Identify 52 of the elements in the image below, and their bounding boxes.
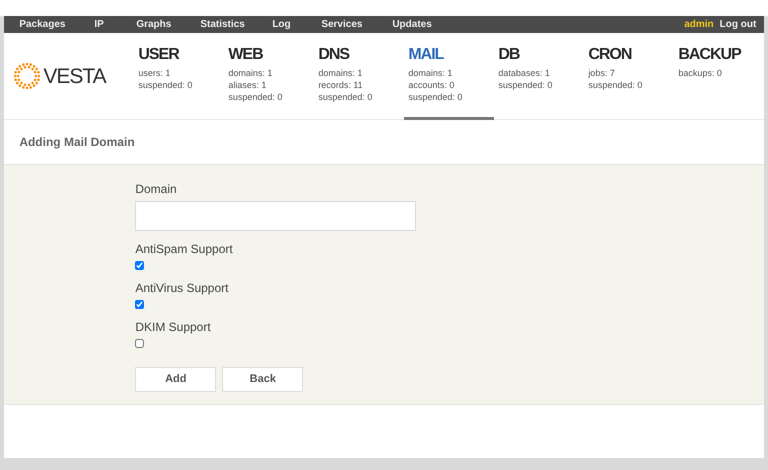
page-title: Adding Mail Domain: [19, 134, 135, 151]
stat-text: domains: 1: [408, 67, 454, 79]
section-title: WEB: [228, 46, 264, 64]
section-tab[interactable]: DNS domains: 1 records: 11 suspended: 0: [314, 33, 404, 120]
nav-link[interactable]: Services: [321, 18, 362, 31]
section-title: DB: [498, 46, 521, 64]
nav-link[interactable]: Graphs: [136, 18, 172, 31]
stat-text: jobs: 7: [588, 67, 616, 79]
nav-link[interactable]: Statistics: [200, 18, 245, 31]
stat-text: suspended: 0: [408, 91, 464, 103]
stat-text: databases: 1: [498, 67, 551, 79]
nav-link[interactable]: Updates: [392, 18, 432, 31]
stat-text: domains: 1: [318, 67, 364, 79]
nav-link[interactable]: Log: [272, 18, 291, 31]
checkbox[interactable]: [135, 339, 144, 348]
stat-text: domains: 1: [228, 67, 274, 79]
field-label: Domain: [135, 181, 178, 198]
stat-text: suspended: 0: [318, 91, 374, 103]
section-tab[interactable]: DB databases: 1 suspended: 0: [494, 33, 584, 120]
stat-text: backups: 0: [678, 67, 723, 79]
nav-link[interactable]: IP: [94, 18, 104, 31]
section-tab[interactable]: BACKUP backups: 0: [674, 33, 764, 120]
stat-text: aliases: 1: [228, 79, 268, 91]
checkbox[interactable]: [135, 261, 144, 270]
stat-text: suspended: 0: [588, 79, 644, 91]
dotted-ring-icon: [14, 63, 40, 89]
option-label: DKIM Support: [135, 319, 212, 336]
username-link[interactable]: admin: [684, 17, 714, 32]
logout-link[interactable]: Log out: [720, 17, 756, 32]
form-button[interactable]: Back: [222, 367, 304, 392]
section-tab[interactable]: USER users: 1 suspended: 0: [134, 33, 224, 120]
stat-text: suspended: 0: [138, 79, 194, 91]
section-tab[interactable]: MAIL domains: 1 accounts: 0 suspended: 0: [404, 33, 494, 120]
section-title: MAIL: [408, 46, 445, 64]
section-tab[interactable]: CRON jobs: 7 suspended: 0: [584, 33, 674, 120]
stat-text: users: 1: [138, 67, 172, 79]
section-tab[interactable]: WEB domains: 1 aliases: 1 suspended: 0: [224, 33, 314, 120]
form-button[interactable]: Add: [135, 367, 216, 392]
vesta-logo[interactable]: VESTA: [14, 63, 106, 89]
stat-text: records: 11: [318, 79, 364, 91]
stat-text: accounts: 0: [408, 79, 456, 91]
checkbox[interactable]: [135, 300, 144, 309]
stat-text: suspended: 0: [498, 79, 554, 91]
stat-text: suspended: 0: [228, 91, 284, 103]
option-label: AntiVirus Support: [135, 280, 230, 297]
section-title: BACKUP: [678, 46, 742, 64]
option-label: AntiSpam Support: [135, 241, 234, 258]
domain-input-field[interactable]: [135, 201, 416, 231]
section-title: CRON: [588, 46, 632, 64]
nav-link[interactable]: Packages: [19, 18, 66, 31]
section-title: DNS: [318, 46, 350, 64]
section-title: USER: [138, 46, 180, 64]
